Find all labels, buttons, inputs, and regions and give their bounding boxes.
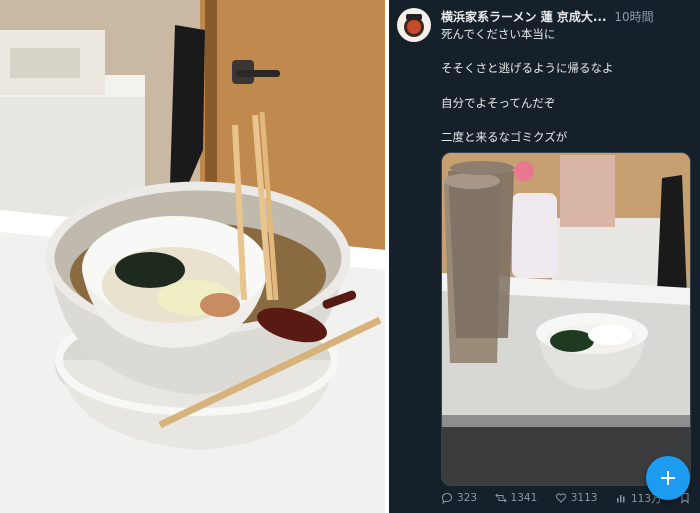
tweet-time[interactable]: 10時間 bbox=[614, 10, 653, 24]
tweet-text-line-4: 二度と来るなゴミクズが bbox=[441, 130, 568, 144]
tweet-header: 横浜家系ラーメン 蓮 京成大... 10時間 bbox=[441, 8, 696, 26]
reply-action[interactable]: 323 bbox=[441, 492, 477, 504]
compose-tweet-button[interactable] bbox=[646, 456, 690, 500]
ramen-bowls-photo bbox=[0, 0, 385, 513]
retweet-action[interactable]: 1341 bbox=[494, 492, 538, 504]
tweet-media-image[interactable] bbox=[441, 152, 691, 486]
ramen-bowls-illustration bbox=[0, 0, 385, 513]
tweet-text-line-2: そそくさと逃げるように帰るなよ bbox=[441, 61, 614, 75]
retweet-count: 1341 bbox=[510, 492, 538, 504]
views-icon bbox=[616, 495, 625, 503]
reply-icon bbox=[441, 492, 453, 504]
heart-icon bbox=[555, 493, 566, 503]
tweet-text-line-3: 自分でよそってんだぞ bbox=[441, 96, 556, 110]
like-action[interactable]: 3113 bbox=[555, 492, 598, 504]
display-name[interactable]: 横浜家系ラーメン 蓮 京成大... bbox=[441, 10, 607, 24]
avatar[interactable] bbox=[397, 8, 431, 42]
rice-bowl-photo bbox=[442, 153, 690, 485]
like-count: 3113 bbox=[570, 492, 598, 504]
plus-icon bbox=[661, 471, 675, 485]
reply-count: 323 bbox=[457, 492, 478, 504]
retweet-icon bbox=[494, 493, 507, 503]
tweet-panel: 横浜家系ラーメン 蓮 京成大... 10時間 死んでください本当に そそくさと逃… bbox=[389, 0, 700, 513]
tweet-text-line-1: 死んでください本当に bbox=[441, 27, 556, 41]
